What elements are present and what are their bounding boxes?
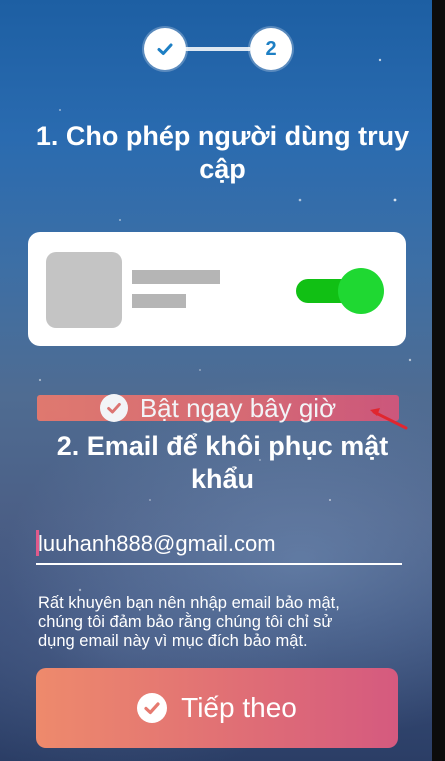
step-1-complete (144, 28, 186, 70)
permission-illustration-card (28, 232, 406, 346)
app-placeholder-icon (46, 252, 122, 328)
email-underline (36, 563, 402, 565)
section-1-title-line2: cập (199, 154, 246, 184)
section-2-title-line1: 2. Email để khôi phục mật (56, 431, 389, 461)
stepper-connector (184, 47, 250, 51)
text-caret (36, 530, 39, 556)
section-2-title: 2. Email để khôi phục mật khẩu (20, 430, 425, 496)
toggle-switch-illustration (296, 268, 384, 314)
red-arrow-annotation-icon (370, 408, 408, 430)
section-1-title: 1. Cho phép người dùng truy cập (20, 120, 425, 186)
step-2-number: 2 (265, 37, 277, 60)
check-icon (157, 43, 173, 55)
security-note-line3: dụng email này vì mục đích bảo mật. (38, 632, 308, 650)
check-circle-icon (137, 693, 168, 723)
security-note-line1: Rất khuyên bạn nên nhập email bảo mật, (38, 594, 340, 612)
enable-now-label: Bật ngay bây giờ (139, 392, 337, 423)
section-1-title-line1: 1. Cho phép người dùng truy (35, 121, 410, 151)
next-button-label: Tiếp theo (181, 692, 297, 723)
screen-edge (432, 0, 445, 761)
step-2-current: 2 (250, 28, 292, 70)
email-field-container (36, 526, 402, 566)
enable-now-button[interactable]: Bật ngay bây giờ (37, 392, 399, 423)
section-2-title-line2: khẩu (190, 464, 255, 494)
placeholder-text-line (132, 270, 220, 284)
toggle-knob (338, 268, 384, 314)
progress-stepper: 2 (144, 26, 292, 70)
next-button[interactable]: Tiếp theo (36, 668, 398, 748)
placeholder-text-line-short (132, 294, 186, 308)
security-note-line2: chúng tôi đảm bảo rằng chúng tôi chỉ sử (38, 613, 333, 631)
email-input[interactable] (36, 526, 400, 562)
security-note: Rất khuyên bạn nên nhập email bảo mật, c… (38, 594, 408, 651)
check-circle-icon (99, 394, 128, 422)
